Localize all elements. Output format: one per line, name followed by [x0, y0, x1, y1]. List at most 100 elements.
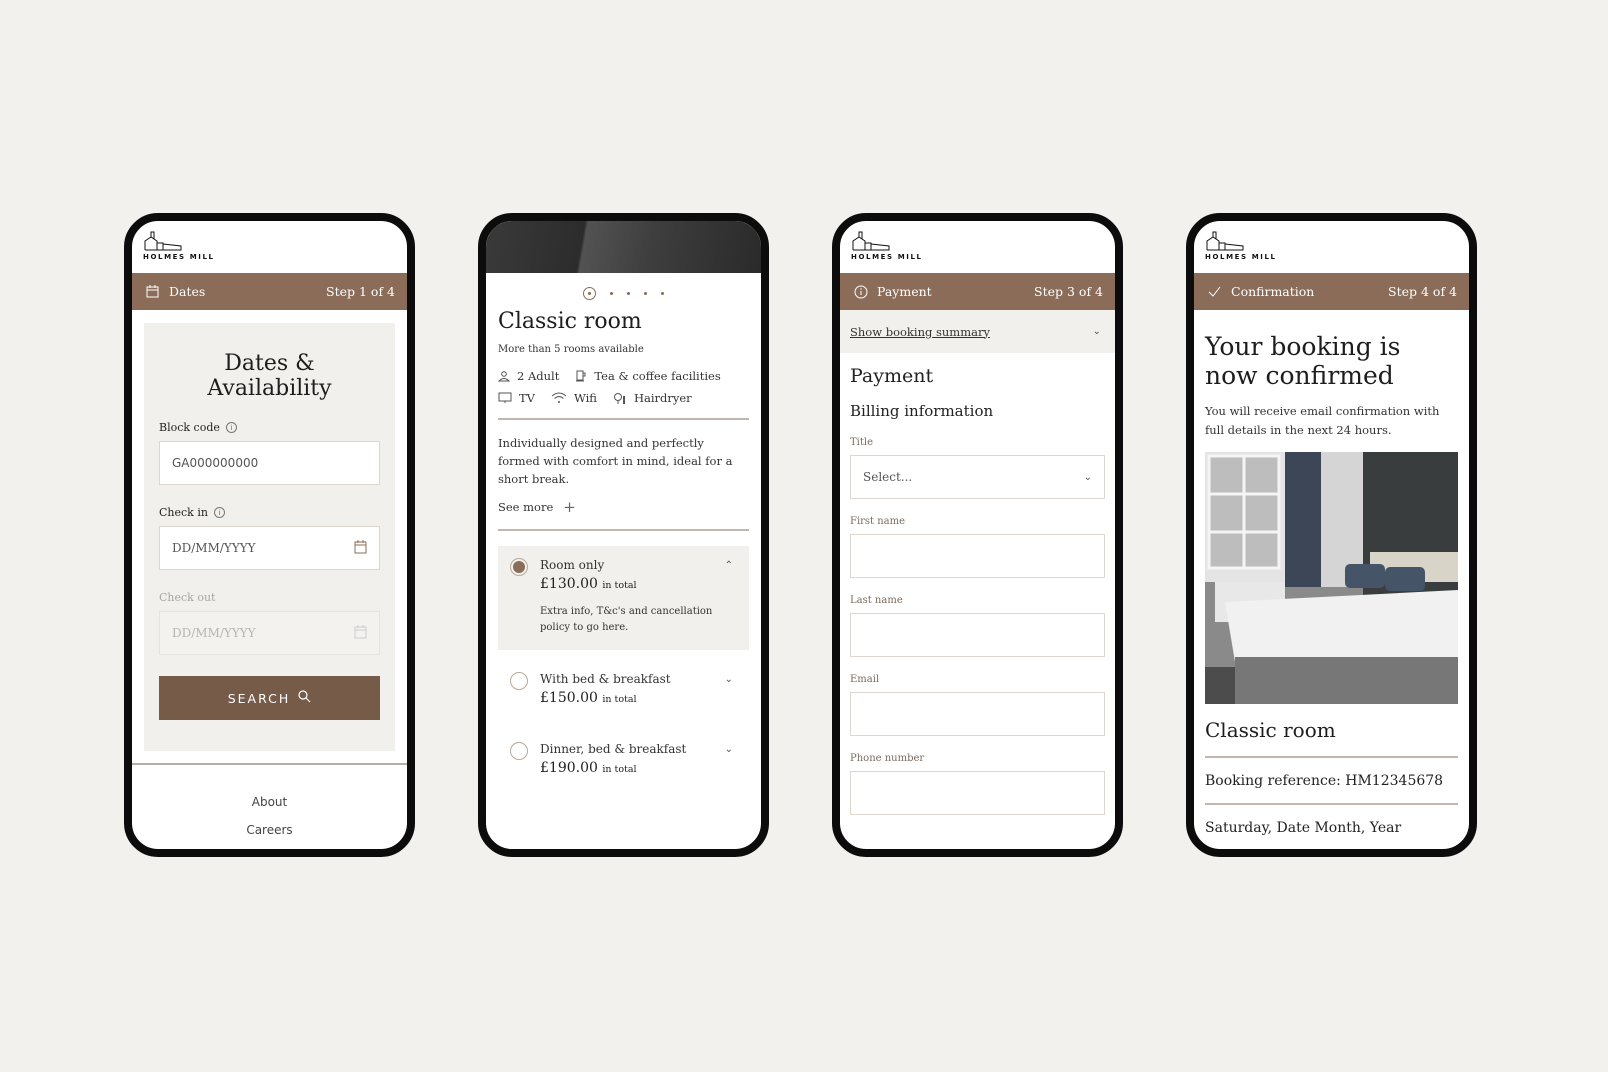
- room-title: Classic room: [498, 309, 642, 334]
- title-line-2: now confirmed: [1205, 361, 1394, 390]
- rate-price: £150.00 in total: [540, 690, 671, 706]
- phone-confirmation-screen: HOLMES MILL Confirmation Step 4 of 4 You…: [1186, 213, 1477, 857]
- rate-option-bed-breakfast[interactable]: With bed & breakfast £150.00 in total ⌄: [498, 660, 749, 720]
- divider: [498, 418, 749, 420]
- rate-price: £190.00 in total: [540, 760, 686, 776]
- step-label: Dates: [169, 284, 206, 299]
- chevron-down-icon[interactable]: ⌄: [725, 674, 733, 685]
- carousel-dot[interactable]: [627, 292, 630, 295]
- mill-logo-icon: [144, 231, 182, 251]
- step-counter: Step 4 of 4: [1388, 284, 1457, 299]
- chevron-down-icon[interactable]: ⌄: [725, 744, 733, 755]
- price-value: £150.00: [540, 690, 598, 706]
- hairdryer-icon: [613, 392, 625, 404]
- check-in-placeholder: DD/MM/YYYY: [172, 541, 256, 555]
- price-suffix: in total: [602, 580, 637, 591]
- check-in-label: Check in: [159, 506, 208, 519]
- step-label: Payment: [877, 284, 932, 299]
- see-more-button[interactable]: See more +: [498, 498, 749, 516]
- check-icon: [1207, 284, 1222, 299]
- carousel-dot[interactable]: [644, 292, 647, 295]
- room-name: Classic room: [1205, 718, 1336, 742]
- room-hero-image[interactable]: [486, 221, 761, 273]
- title-label: Title: [850, 437, 874, 448]
- room-description: Individually designed and perfectly form…: [498, 436, 733, 486]
- price-value: £130.00: [540, 576, 598, 592]
- booking-summary-toggle[interactable]: Show booking summary ⌄: [840, 310, 1115, 353]
- last-name-label: Last name: [850, 595, 903, 606]
- rate-option-dinner-bed-breakfast[interactable]: Dinner, bed & breakfast £190.00 in total…: [498, 730, 749, 790]
- calendar-icon: [145, 284, 160, 299]
- amenity-item: Hairdryer: [613, 391, 692, 405]
- step-label: Confirmation: [1231, 284, 1315, 299]
- carousel-dot-active[interactable]: [583, 287, 596, 300]
- show-booking-summary-link[interactable]: Show booking summary: [850, 325, 990, 339]
- chevron-up-icon[interactable]: ⌃: [725, 560, 733, 571]
- holmes-mill-logo[interactable]: HOLMES MILL: [1194, 221, 1469, 273]
- footer-links: About Careers: [132, 765, 407, 837]
- chevron-down-icon: ⌄: [1092, 326, 1101, 337]
- info-icon[interactable]: i: [213, 507, 225, 518]
- radio-unselected[interactable]: [510, 742, 528, 760]
- rate-extra-info: Extra info, T&c's and cancellation polic…: [540, 606, 713, 633]
- page-title: Payment: [850, 365, 934, 387]
- chevron-down-icon: ⌄: [1083, 471, 1092, 483]
- amenity-item: TV: [498, 391, 535, 405]
- amenity-item: Wifi: [551, 391, 597, 405]
- email-label: Email: [850, 674, 880, 685]
- search-icon: [298, 690, 311, 706]
- email-input[interactable]: [850, 692, 1105, 736]
- check-out-input[interactable]: DD/MM/YYYY: [159, 611, 380, 655]
- radio-selected[interactable]: [510, 558, 528, 576]
- title-placeholder: Select...: [863, 470, 913, 484]
- footer-link-about[interactable]: About: [132, 795, 407, 809]
- carousel-dot[interactable]: [661, 292, 664, 295]
- section-title: Billing information: [850, 402, 994, 420]
- step-bar: Dates Step 1 of 4: [132, 273, 407, 310]
- rate-name: With bed & breakfast: [540, 672, 671, 686]
- title-line-1: Your booking is: [1205, 332, 1401, 361]
- block-code-value: GA000000000: [172, 456, 259, 470]
- step-bar: Payment Step 3 of 4: [840, 273, 1115, 310]
- mill-logo-icon: [852, 231, 890, 251]
- bedroom-image: [1205, 452, 1458, 704]
- holmes-mill-logo[interactable]: HOLMES MILL: [840, 221, 1115, 273]
- check-out-placeholder: DD/MM/YYYY: [172, 626, 256, 640]
- phone-label: Phone number: [850, 753, 925, 764]
- divider: [1205, 803, 1458, 805]
- page-title: Dates & Availability: [207, 351, 332, 401]
- calendar-icon[interactable]: [354, 539, 367, 557]
- info-icon[interactable]: i: [225, 422, 237, 433]
- block-code-input[interactable]: GA000000000: [159, 441, 380, 485]
- search-button[interactable]: SEARCH: [159, 676, 380, 720]
- tv-icon: [498, 392, 512, 403]
- brand-name: HOLMES MILL: [1205, 253, 1277, 261]
- availability-text: More than 5 rooms available: [498, 344, 644, 355]
- wifi-icon: [551, 392, 567, 403]
- phone-payment-screen: HOLMES MILL Payment Step 3 of 4 Show boo…: [832, 213, 1123, 857]
- amenity-label: Tea & coffee facilities: [594, 369, 721, 383]
- last-name-input[interactable]: [850, 613, 1105, 657]
- divider: [1205, 756, 1458, 758]
- rate-name: Room only: [540, 558, 605, 572]
- check-in-input[interactable]: DD/MM/YYYY: [159, 526, 380, 570]
- rate-price: £130.00 in total: [540, 576, 737, 592]
- phone-input[interactable]: [850, 771, 1105, 815]
- holmes-mill-logo[interactable]: HOLMES MILL: [132, 221, 407, 273]
- radio-unselected[interactable]: [510, 672, 528, 690]
- confirmation-message: You will receive email confirmation with…: [1205, 404, 1440, 437]
- booking-date: Saturday, Date Month, Year: [1205, 820, 1402, 836]
- phone-room-screen: Classic room More than 5 rooms available…: [478, 213, 769, 857]
- coffee-icon: [576, 370, 586, 382]
- title-select[interactable]: Select... ⌄: [850, 455, 1105, 499]
- amenity-label: 2 Adult: [517, 369, 560, 383]
- rate-option-room-only[interactable]: Room only £130.00 in total Extra info, T…: [498, 546, 749, 650]
- carousel-dot[interactable]: [610, 292, 613, 295]
- first-name-input[interactable]: [850, 534, 1105, 578]
- calendar-icon: [354, 624, 367, 642]
- amenity-label: Wifi: [573, 391, 597, 405]
- search-label: SEARCH: [227, 690, 291, 706]
- confirmation-title: Your booking is now confirmed: [1205, 332, 1458, 390]
- step-counter: Step 1 of 4: [326, 284, 395, 299]
- footer-link-careers[interactable]: Careers: [132, 823, 407, 837]
